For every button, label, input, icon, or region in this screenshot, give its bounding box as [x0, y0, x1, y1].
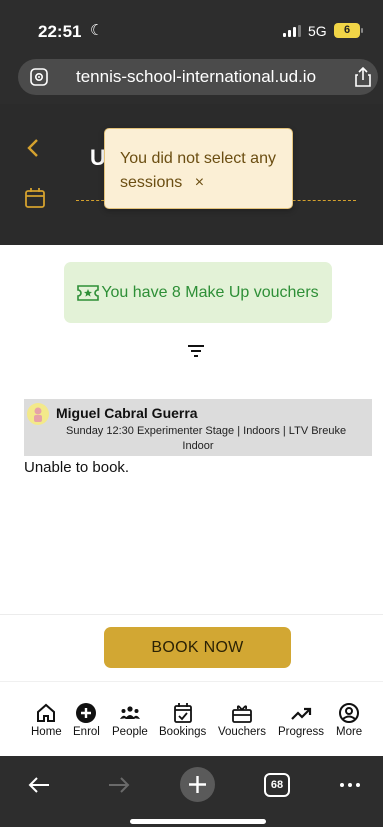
forward-arrow-icon[interactable]	[108, 776, 130, 794]
student-name: Miguel Cabral Guerra	[56, 405, 198, 421]
voucher-text: You have 8 Make Up vouchers	[101, 283, 319, 301]
nav-home-label: Home	[31, 726, 62, 738]
share-icon[interactable]	[354, 67, 372, 87]
back-chevron-icon[interactable]	[26, 138, 40, 158]
url-bar[interactable]: tennis-school-international.ud.io	[18, 59, 378, 95]
nav-enrol[interactable]: Enrol	[73, 702, 100, 738]
nav-enrol-label: Enrol	[73, 726, 100, 738]
plus-circle-icon	[76, 703, 97, 723]
nav-progress[interactable]: Progress	[278, 702, 324, 738]
home-icon	[37, 703, 56, 722]
tab-count-button[interactable]: 68	[264, 773, 290, 797]
nav-home[interactable]: Home	[31, 702, 62, 738]
ellipsis-icon[interactable]	[339, 776, 361, 794]
calendar-icon[interactable]	[24, 187, 46, 209]
more-icon	[339, 703, 360, 723]
ticket-icon	[77, 284, 100, 301]
session-row[interactable]: Miguel Cabral Guerra Sunday 12:30 Experi…	[24, 399, 372, 456]
nav-vouchers-label: Vouchers	[218, 726, 266, 738]
nav-bookings[interactable]: Bookings	[159, 702, 206, 738]
session-detail: Sunday 12:30 Experimenter Stage | Indoor…	[66, 425, 347, 437]
home-indicator	[130, 819, 266, 824]
voucher-banner: You have 8 Make Up vouchers	[64, 262, 332, 323]
nav-bookings-label: Bookings	[159, 726, 207, 738]
booking-status: Unable to book.	[24, 459, 130, 476]
back-arrow-icon[interactable]	[28, 776, 50, 794]
nav-more-label: More	[336, 726, 363, 738]
session-location: Indoor	[182, 440, 214, 452]
divider	[0, 614, 383, 615]
voucher-icon	[232, 705, 252, 723]
plus-icon	[189, 776, 206, 793]
battery-icon: 6	[334, 23, 363, 38]
browser-toolbar: 68	[0, 756, 383, 827]
network-type: 5G	[308, 23, 327, 39]
error-toast: You did not select any sessions ×	[104, 128, 293, 209]
new-tab-button[interactable]	[180, 767, 215, 802]
url-text[interactable]: tennis-school-international.ud.io	[76, 67, 316, 87]
nav-progress-label: Progress	[278, 726, 325, 738]
status-time: 22:51	[38, 22, 82, 41]
calendar-check-icon	[173, 703, 192, 723]
avatar	[27, 403, 49, 425]
nav-more[interactable]: More	[336, 702, 362, 738]
nav-people-label: People	[112, 726, 148, 738]
status-bar: 22:51 ☾ 5G 6	[0, 0, 383, 52]
toast-close-button[interactable]: ×	[195, 174, 204, 191]
moon-icon: ☾	[90, 22, 104, 39]
nav-vouchers[interactable]: Vouchers	[218, 702, 266, 738]
filter-icon[interactable]	[187, 344, 205, 358]
people-icon	[119, 706, 140, 719]
signal-icon	[283, 25, 301, 37]
nav-people[interactable]: People	[112, 702, 148, 738]
page-settings-icon[interactable]	[30, 68, 48, 86]
bottom-nav: Home Enrol People Bookings Vouchers Prog…	[0, 681, 383, 756]
book-now-button[interactable]: BOOK NOW	[104, 627, 291, 668]
trend-icon	[291, 707, 312, 720]
